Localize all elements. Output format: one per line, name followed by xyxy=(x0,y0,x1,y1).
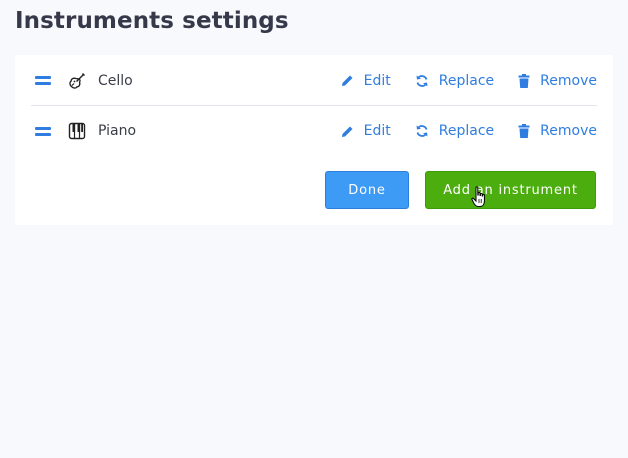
edit-button[interactable]: Edit xyxy=(341,73,391,89)
instrument-row: Piano Edit Replace Remove xyxy=(31,106,597,156)
piano-icon xyxy=(68,122,86,140)
replace-label: Replace xyxy=(438,123,495,139)
instrument-row: Cello Edit Replace Remove xyxy=(31,56,597,106)
edit-button[interactable]: Edit xyxy=(341,123,391,139)
remove-button[interactable]: Remove xyxy=(518,123,597,139)
pencil-icon xyxy=(341,126,353,137)
instruments-card: Cello Edit Replace Remove Piano Edit Rep… xyxy=(15,55,613,225)
drag-handle-icon[interactable] xyxy=(35,126,51,136)
page-title: Instruments settings xyxy=(15,8,289,34)
trash-icon xyxy=(518,73,530,88)
refresh-icon xyxy=(416,125,428,137)
add-instrument-button[interactable]: Add an instrument xyxy=(425,171,596,209)
replace-label: Replace xyxy=(438,72,495,89)
remove-button[interactable]: Remove xyxy=(518,73,597,89)
drag-handle-icon[interactable] xyxy=(35,76,51,85)
cello-icon xyxy=(68,72,86,90)
remove-label: Remove xyxy=(540,123,597,139)
pencil-icon xyxy=(341,75,353,86)
replace-button[interactable]: Replace xyxy=(415,123,494,139)
instrument-name: Cello xyxy=(98,72,133,89)
replace-button[interactable]: Replace xyxy=(415,73,494,89)
trash-icon xyxy=(518,124,530,138)
done-button[interactable]: Done xyxy=(325,171,409,209)
instrument-name: Piano xyxy=(98,123,137,139)
edit-label: Edit xyxy=(363,72,391,89)
refresh-icon xyxy=(416,74,428,87)
remove-label: Remove xyxy=(540,72,597,89)
edit-label: Edit xyxy=(363,123,391,139)
